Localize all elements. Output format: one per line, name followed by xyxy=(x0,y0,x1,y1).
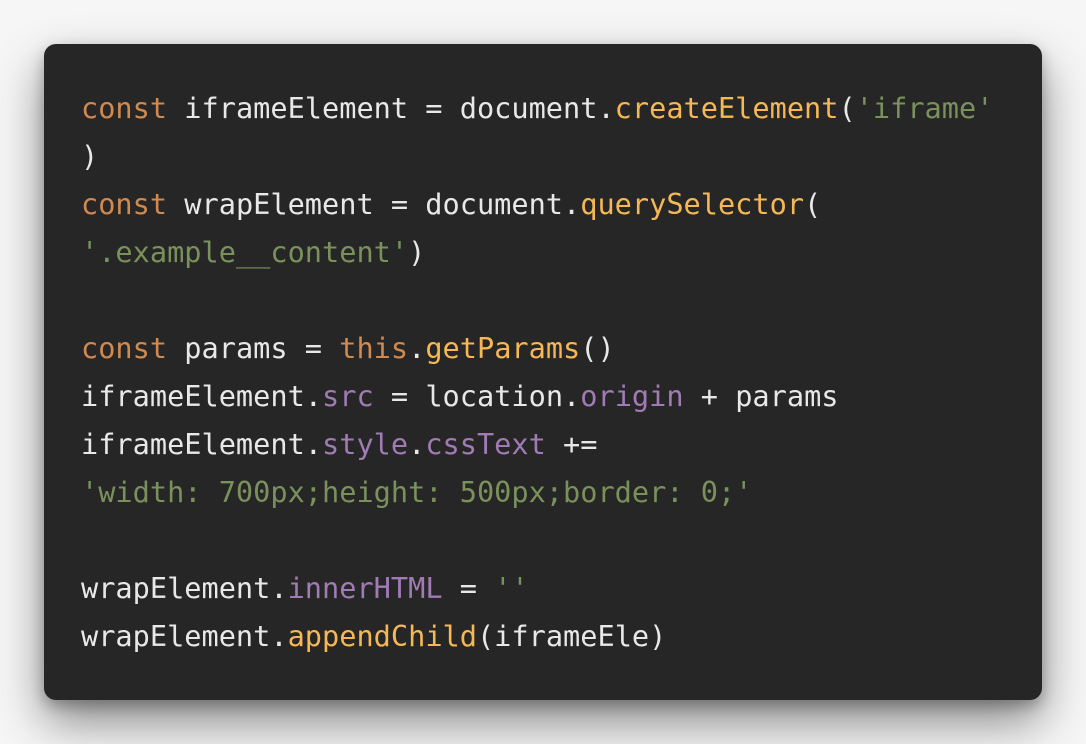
code-token: wrapElement = document. xyxy=(167,187,581,221)
code-snippet-window: const iframeElement = document.createEle… xyxy=(44,44,1042,700)
code-token: = location. xyxy=(373,379,581,413)
code-token: const xyxy=(81,187,168,221)
code-body: const iframeElement = document.createEle… xyxy=(81,84,1042,660)
code-token: wrapElement. xyxy=(81,571,288,605)
code-line: const iframeElement = document.createEle… xyxy=(81,84,1042,132)
code-token: iframeElement. xyxy=(81,379,323,413)
code-line: iframeElement.src = location.origin + pa… xyxy=(81,372,1042,420)
code-line: wrapElement.appendChild(iframeEle) xyxy=(81,612,1042,660)
code-token: cssText xyxy=(425,427,546,461)
code-token: 'width: 700px;height: 500px;border: 0;' xyxy=(81,475,753,509)
code-token: . xyxy=(408,427,426,461)
code-token: 'iframe' xyxy=(855,91,994,125)
code-token: = xyxy=(442,571,495,605)
code-token: innerHTML xyxy=(287,571,443,605)
code-token: origin xyxy=(580,379,684,413)
code-token: const xyxy=(81,331,168,365)
code-token: ) xyxy=(408,235,426,269)
code-token: iframeElement. xyxy=(81,427,323,461)
code-token: const xyxy=(81,91,168,125)
code-token: ) xyxy=(81,139,99,173)
code-line: const params = this.getParams() xyxy=(81,324,1042,372)
code-token: () xyxy=(580,331,615,365)
code-token: this xyxy=(339,331,409,365)
code-token: ( xyxy=(804,187,822,221)
code-token: params = xyxy=(167,331,340,365)
code-line: 'width: 700px;height: 500px;border: 0;' xyxy=(81,468,1042,516)
code-token: '' xyxy=(494,571,529,605)
code-token: ( xyxy=(838,91,856,125)
code-token: querySelector xyxy=(580,187,805,221)
code-token: style xyxy=(322,427,409,461)
code-token: (iframeEle) xyxy=(476,619,667,653)
code-token: . xyxy=(408,331,426,365)
code-line: iframeElement.style.cssText += xyxy=(81,420,1042,468)
code-token: getParams xyxy=(425,331,581,365)
code-line: const wrapElement = document.querySelect… xyxy=(81,180,1042,228)
code-token: src xyxy=(322,379,374,413)
code-line: ) xyxy=(81,132,1042,180)
code-line: wrapElement.innerHTML = '' xyxy=(81,564,1042,612)
code-token: iframeElement = document. xyxy=(167,91,615,125)
code-token: += xyxy=(545,427,598,461)
code-token: wrapElement. xyxy=(81,619,288,653)
code-token: + params xyxy=(683,379,839,413)
code-token: '.example__content' xyxy=(81,235,409,269)
code-token: createElement xyxy=(614,91,839,125)
code-line: '.example__content') xyxy=(81,228,1042,276)
code-token: appendChild xyxy=(287,619,477,653)
